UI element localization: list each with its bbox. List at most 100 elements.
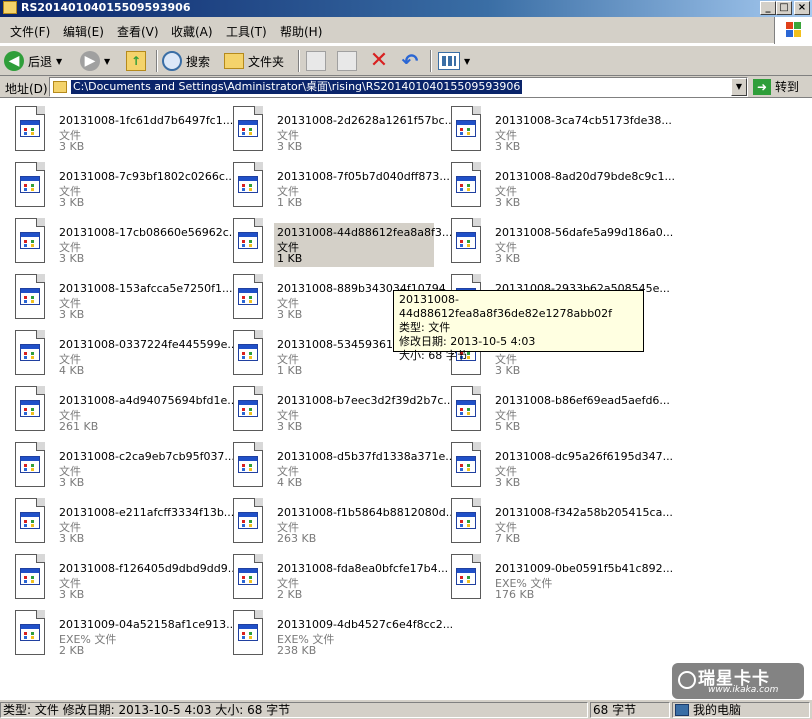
windows-logo <box>774 17 812 44</box>
menu-tools[interactable]: 工具(T) <box>226 23 267 40</box>
file-icon <box>448 498 484 546</box>
folder-icon <box>3 1 17 14</box>
close-button[interactable]: × <box>794 1 810 15</box>
file-item[interactable]: 20131008-2d2628a1261f57bc... 文件 3 KB <box>218 102 455 156</box>
search-button[interactable]: 搜索 <box>162 49 210 73</box>
title-bar[interactable]: RS20140104015509593906 _ □ × <box>0 0 812 17</box>
file-item[interactable]: 20131008-44d88612fea8a8f3... 文件 1 KB <box>218 214 452 268</box>
file-item[interactable]: 20131008-8ad20d79bde8c9c1... 文件 3 KB <box>436 158 675 212</box>
file-size: 3 KB <box>495 252 521 265</box>
file-item[interactable]: 20131008-d5b37fd1338a371e... 文件 4 KB <box>218 438 456 492</box>
file-size: 2 KB <box>277 588 303 601</box>
file-item[interactable]: 20131008-dc95a26f6195d347... 文件 3 KB <box>436 438 673 492</box>
views-dropdown-icon[interactable]: ▼ <box>464 57 470 66</box>
back-dropdown-icon[interactable]: ▼ <box>56 57 62 66</box>
file-item[interactable]: 20131009-0be0591f5b41c892... EXE% 文件 176 K… <box>436 550 673 604</box>
file-item[interactable]: 20131008-17cb08660e56962c... 文件 3 KB <box>0 214 239 268</box>
minimize-button[interactable]: _ <box>760 1 776 15</box>
folders-button[interactable]: 文件夹 <box>224 49 284 73</box>
file-size: 4 KB <box>59 364 85 377</box>
file-item[interactable]: 20131009-04a52158af1ce913... EXE% 文件 2 KB <box>0 606 237 660</box>
file-icon <box>230 498 266 546</box>
go-button[interactable]: ➜ 转到 <box>753 78 799 95</box>
file-name: 20131008-44d88612fea8a8f3... <box>277 226 453 239</box>
folders-icon <box>224 53 244 69</box>
file-item[interactable]: 20131008-e211afcff3334f13b... 文件 3 KB <box>0 494 234 548</box>
file-item[interactable]: 20131008-56dafe5a99d186a0... 文件 3 KB <box>436 214 673 268</box>
file-icon <box>12 330 48 378</box>
file-size: 1 KB <box>277 252 303 265</box>
up-folder-button[interactable]: ↑ <box>126 49 146 73</box>
file-item[interactable]: 20131008-a4d94075694bfd1e... 文件 261 KB <box>0 382 238 436</box>
move-to-icon <box>306 51 326 71</box>
file-size: 3 KB <box>495 476 521 489</box>
file-size: 7 KB <box>495 532 521 545</box>
file-size: 5 KB <box>495 420 521 433</box>
file-size: 3 KB <box>59 196 85 209</box>
watermark-url: www.ikaka.com <box>708 685 779 695</box>
delete-button[interactable]: ✕ <box>368 49 390 73</box>
file-icon <box>230 442 266 490</box>
undo-button[interactable]: ↶ <box>399 49 421 73</box>
up-folder-icon: ↑ <box>126 51 146 71</box>
menu-view[interactable]: 查看(V) <box>117 23 159 40</box>
maximize-button[interactable]: □ <box>776 1 792 15</box>
file-item[interactable]: 20131008-3ca74cb5173fde38... 文件 3 KB <box>436 102 672 156</box>
file-size: 3 KB <box>495 364 521 377</box>
file-icon <box>12 554 48 602</box>
watermark: 瑞星卡卡 www.ikaka.com <box>672 663 804 699</box>
file-item[interactable]: 20131008-0337224fe445599e... 文件 4 KB <box>0 326 238 380</box>
address-label: 地址(D) <box>5 82 48 96</box>
folders-label: 文件夹 <box>248 54 285 69</box>
file-item[interactable]: 20131009-4db4527c6e4f8cc2... EXE% 文件 238 K… <box>218 606 453 660</box>
file-name: 20131008-17cb08660e56962c... <box>59 226 240 239</box>
file-icon <box>448 106 484 154</box>
forward-button[interactable]: ▶ ▼ <box>80 49 110 73</box>
file-size: 1 KB <box>277 196 303 209</box>
file-item[interactable]: 20131008-1fc61dd7b6497fc1... 文件 3 KB <box>0 102 233 156</box>
file-size: 263 KB <box>277 532 317 545</box>
file-list[interactable]: 20131008-1fc61dd7b6497fc1... 文件 3 KB 201310… <box>0 99 812 699</box>
file-size: 3 KB <box>59 252 85 265</box>
back-button[interactable]: ◀ 后退 ▼ <box>4 49 62 73</box>
file-icon <box>12 106 48 154</box>
file-size: 2 KB <box>59 644 85 657</box>
file-name: 20131008-b86ef69ead5aefd6... <box>495 394 670 407</box>
file-item[interactable]: 20131008-f126405d9dbd9dd9... 文件 3 KB <box>0 550 238 604</box>
file-item[interactable]: 20131008-7f05b7d040dff873... 文件 1 KB <box>218 158 450 212</box>
file-item[interactable]: 20131008-fda8ea0bfcfe17b4... 文件 2 KB <box>218 550 448 604</box>
address-dropdown-button[interactable]: ▼ <box>731 78 747 96</box>
menu-help[interactable]: 帮助(H) <box>280 23 322 40</box>
search-icon <box>162 51 182 71</box>
menu-file[interactable]: 文件(F) <box>10 23 50 40</box>
file-name: 20131008-fda8ea0bfcfe17b4... <box>277 562 449 575</box>
file-icon <box>12 162 48 210</box>
file-item[interactable]: 20131008-c2ca9eb7cb95f037... 文件 3 KB <box>0 438 235 492</box>
forward-dropdown-icon[interactable]: ▼ <box>104 57 110 66</box>
address-path[interactable]: C:\Documents and Settings\Administrator\… <box>71 80 523 94</box>
back-label: 后退 <box>28 54 53 69</box>
file-icon <box>230 386 266 434</box>
file-item[interactable]: 20131008-f1b5864b8812080d... 文件 263 KB <box>218 494 456 548</box>
views-button[interactable]: ▼ <box>438 49 470 73</box>
file-item[interactable]: 20131008-7c93bf1802c0266c... 文件 3 KB <box>0 158 235 212</box>
forward-arrow-icon: ▶ <box>80 51 100 71</box>
move-to-button[interactable] <box>306 49 326 73</box>
copy-to-button[interactable] <box>337 49 357 73</box>
file-item[interactable]: 20131008-f342a58b205415ca... 文件 7 KB <box>436 494 673 548</box>
file-name: 20131008-153afcca5e7250f1... <box>59 282 233 295</box>
file-name: 20131008-a4d94075694bfd1e... <box>59 394 238 407</box>
file-item[interactable]: 20131008-b7eec3d2f39d2b7c... 文件 3 KB <box>218 382 454 436</box>
file-item[interactable]: 20131008-153afcca5e7250f1... 文件 3 KB <box>0 270 233 324</box>
file-size: 3 KB <box>59 140 85 153</box>
menu-edit[interactable]: 编辑(E) <box>63 23 104 40</box>
file-icon <box>12 498 48 546</box>
file-name: 20131008-56dafe5a99d186a0... <box>495 226 674 239</box>
file-icon <box>12 274 48 322</box>
address-input[interactable]: C:\Documents and Settings\Administrator\… <box>49 77 748 97</box>
file-size: 3 KB <box>59 588 85 601</box>
menu-favorites[interactable]: 收藏(A) <box>171 23 213 40</box>
file-item[interactable]: 20131008-b86ef69ead5aefd6... 文件 5 KB <box>436 382 670 436</box>
file-name: 20131008-f126405d9dbd9dd9... <box>59 562 239 575</box>
file-name: 20131008-1fc61dd7b6497fc1... <box>59 114 234 127</box>
